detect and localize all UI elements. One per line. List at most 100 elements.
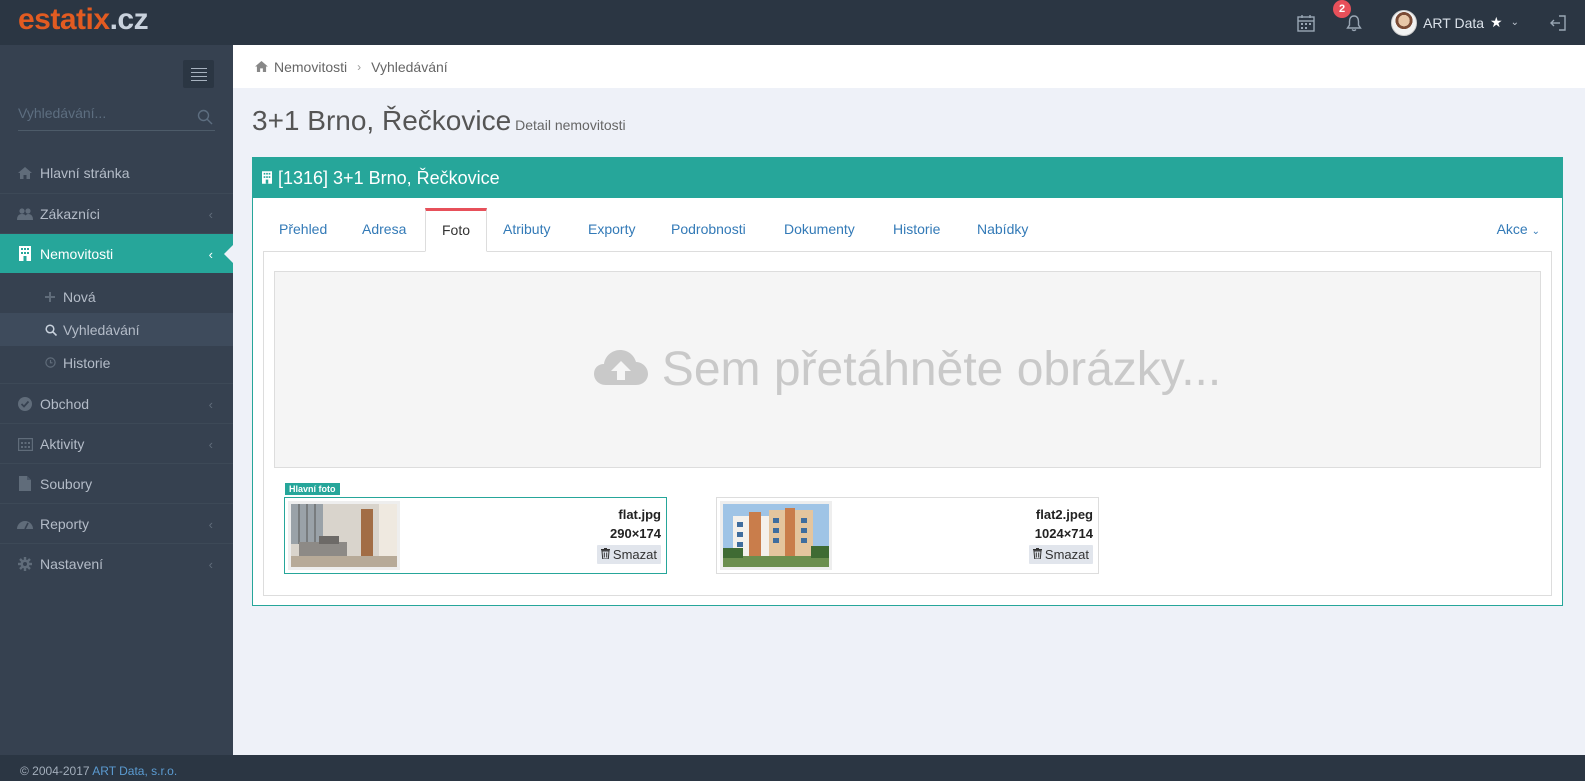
chevron-left-icon: ‹ xyxy=(208,517,213,532)
tab-foto[interactable]: Foto xyxy=(425,208,488,252)
logout-icon[interactable] xyxy=(1547,12,1569,34)
sidebar-item-label: Reporty xyxy=(40,515,90,532)
breadcrumb: Nemovitosti › Vyhledávání xyxy=(233,45,1585,88)
tab-nabidky[interactable]: Nabídky xyxy=(961,208,1044,252)
sidebar-item-aktivity[interactable]: Aktivity ‹ xyxy=(0,423,233,463)
user-menu[interactable]: ART Data ★ ⌄ xyxy=(1391,9,1519,36)
clock-icon xyxy=(45,357,58,368)
sidebar-item-zakaznici[interactable]: Zákazníci ‹ xyxy=(0,193,233,233)
sidebar-menu: Hlavní stránka Zákazníci ‹ Nemovitosti ‹… xyxy=(0,153,234,583)
sidebar-subitem-label: Vyhledávání xyxy=(63,321,140,338)
avatar xyxy=(1391,9,1418,36)
tab-dokumenty[interactable]: Dokumenty xyxy=(768,208,871,252)
photo-meta: flat.jpg 290×174 xyxy=(610,505,661,543)
photo-filename: flat2.jpeg xyxy=(1035,507,1093,522)
logo[interactable]: estatix.cz xyxy=(18,3,149,37)
tab-historie[interactable]: Historie xyxy=(877,208,956,252)
main-photo-label: Hlavní foto xyxy=(285,483,340,495)
photo-thumbnail[interactable] xyxy=(720,501,832,570)
photo-meta: flat2.jpeg 1024×714 xyxy=(1035,505,1093,543)
sidebar-item-label: Zákazníci xyxy=(40,205,100,222)
building-icon xyxy=(17,246,33,262)
bell-icon xyxy=(1346,14,1362,31)
search-icon[interactable] xyxy=(197,109,213,128)
sidebar-subitem-label: Historie xyxy=(63,354,111,371)
tab-prehled[interactable]: Přehled xyxy=(263,208,343,252)
sidebar-item-reporty[interactable]: Reporty ‹ xyxy=(0,503,233,543)
calendar-icon xyxy=(17,436,33,452)
notifications-button[interactable]: 2 xyxy=(1333,0,1365,34)
property-portlet: [1316] 3+1 Brno, Řečkovice Přehled Adres… xyxy=(252,157,1563,606)
photo-dimensions: 290×174 xyxy=(610,526,661,541)
portlet-title: [1316] 3+1 Brno, Řečkovice xyxy=(253,158,1562,198)
company-link[interactable]: ART Data, s.r.o. xyxy=(92,764,177,778)
chevron-down-icon: ⌄ xyxy=(1510,17,1519,28)
breadcrumb-link-nemovitosti[interactable]: Nemovitosti xyxy=(274,59,347,75)
delete-photo-button[interactable]: Smazat xyxy=(596,545,661,564)
sidebar-item-label: Nemovitosti xyxy=(40,245,114,262)
trash-icon xyxy=(600,547,610,562)
sidebar-item-nastaveni[interactable]: Nastavení ‹ xyxy=(0,543,233,583)
photo-filename: flat.jpg xyxy=(618,507,661,522)
sidebar-item-label: Nastavení xyxy=(40,555,104,572)
sidebar-item-label: Soubory xyxy=(40,475,93,492)
page-title: 3+1 Brno, Řečkovice Detail nemovitosti xyxy=(252,105,626,136)
chevron-right-icon: › xyxy=(357,59,362,74)
main-content: Nemovitosti › Vyhledávání 3+1 Brno, Řečk… xyxy=(233,45,1585,755)
chevron-left-icon: ‹ xyxy=(208,397,213,412)
plus-icon xyxy=(45,291,58,302)
sidebar-item-soubory[interactable]: Soubory xyxy=(0,463,233,503)
delete-photo-button[interactable]: Smazat xyxy=(1028,545,1093,564)
sidebar-subitem-historie[interactable]: Historie xyxy=(0,346,233,379)
sidebar-item-hlavni-stranka[interactable]: Hlavní stránka xyxy=(0,153,233,193)
sidebar-item-nemovitosti[interactable]: Nemovitosti ‹ xyxy=(0,233,234,273)
photo-card: Hlavní foto flat.jpg 290×174 Smazat xyxy=(284,483,667,574)
sidebar: Hlavní stránka Zákazníci ‹ Nemovitosti ‹… xyxy=(0,45,234,755)
sidebar-toggle-button[interactable] xyxy=(183,60,214,88)
header-actions: 2 ART Data ★ ⌄ xyxy=(1295,0,1585,45)
calendar-icon[interactable] xyxy=(1295,12,1317,34)
tab-adresa[interactable]: Adresa xyxy=(346,208,422,252)
breadcrumb-current: Vyhledávání xyxy=(371,58,448,75)
sidebar-item-label: Aktivity xyxy=(40,435,85,452)
building-icon xyxy=(262,168,272,189)
sidebar-item-label: Hlavní stránka xyxy=(40,165,130,181)
image-dropzone[interactable]: Sem přetáhněte obrázky... xyxy=(274,271,1541,468)
page-subtitle: Detail nemovitosti xyxy=(515,117,626,133)
photo-card: flat2.jpeg 1024×714 Smazat xyxy=(716,497,1099,574)
tab-podrobnosti[interactable]: Podrobnosti xyxy=(655,208,762,252)
photo-dimensions: 1024×714 xyxy=(1034,526,1093,541)
chevron-left-icon: ‹ xyxy=(208,437,213,452)
copyright-text: © 2004-2017 xyxy=(20,764,90,778)
check-circle-icon xyxy=(17,396,33,412)
users-icon xyxy=(17,206,33,222)
sidebar-submenu: Nová Vyhledávání Historie xyxy=(0,273,233,383)
sidebar-subitem-vyhledavani[interactable]: Vyhledávání xyxy=(0,313,233,346)
tab-exporty[interactable]: Exporty xyxy=(572,208,651,252)
sidebar-search xyxy=(18,105,215,131)
tab-atributy[interactable]: Atributy xyxy=(487,208,566,252)
dashboard-icon xyxy=(17,516,33,532)
trash-icon xyxy=(1032,547,1042,562)
home-icon xyxy=(255,59,268,75)
chevron-left-icon: ‹ xyxy=(208,207,213,222)
tab-bar: Přehled Adresa Foto Atributy Exporty Pod… xyxy=(263,208,1552,252)
dropzone-text: Sem přetáhněte obrázky... xyxy=(661,343,1222,396)
chevron-left-icon: ‹ xyxy=(208,247,213,262)
sidebar-item-obchod[interactable]: Obchod ‹ xyxy=(0,383,233,423)
actions-dropdown[interactable]: Akce ⌄ xyxy=(1497,221,1540,237)
gear-icon xyxy=(17,556,33,572)
tab-pane-foto: Sem přetáhněte obrázky... Hlavní foto fl… xyxy=(263,251,1552,596)
star-icon: ★ xyxy=(1490,14,1503,30)
search-icon xyxy=(45,323,58,336)
photo-thumbnail[interactable] xyxy=(288,501,400,570)
footer: © 2004-2017 ART Data, s.r.o. xyxy=(0,755,1585,781)
file-icon xyxy=(17,476,33,492)
chevron-down-icon: ⌄ xyxy=(1531,226,1540,237)
sidebar-item-label: Obchod xyxy=(40,395,90,412)
top-header: estatix.cz 2 ART Data ★ ⌄ xyxy=(0,0,1585,45)
sidebar-subitem-nova[interactable]: Nová xyxy=(0,280,233,313)
sidebar-subitem-label: Nová xyxy=(63,288,96,305)
search-input[interactable] xyxy=(18,105,188,121)
home-icon xyxy=(17,165,33,181)
